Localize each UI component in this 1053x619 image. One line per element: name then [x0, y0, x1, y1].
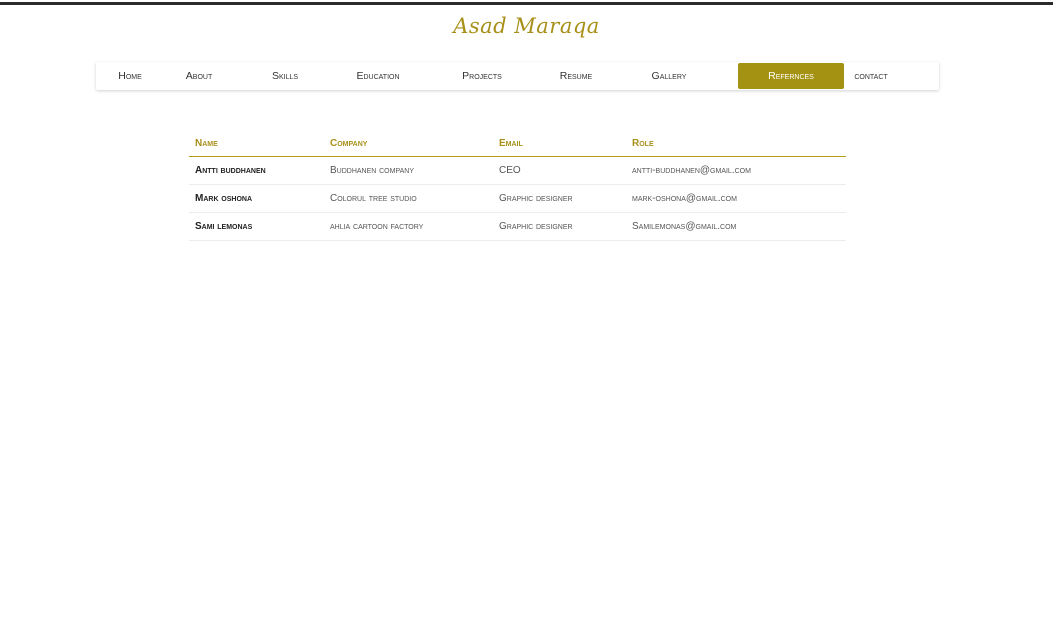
table-row: Mark oshona Colorul tree studio Graphic …	[189, 184, 846, 213]
cell-company: Colorul tree studio	[324, 184, 493, 213]
nav-item-home[interactable]: Home	[110, 63, 150, 89]
top-border	[0, 2, 1053, 5]
cell-name: Mark oshona	[189, 184, 324, 213]
cell-role-column: antti-buddhanen@gmail.com	[626, 156, 846, 185]
table-row: Antti buddhanen Buddhanen company CEO an…	[189, 156, 846, 185]
cell-company: Buddhanen company	[324, 156, 493, 185]
nav-item-contact[interactable]: contact	[846, 63, 896, 89]
cell-name: Sami lemonas	[189, 212, 324, 241]
cell-email-column: CEO	[493, 156, 626, 185]
nav-item-about[interactable]: About	[176, 63, 222, 89]
table-row: Sami lemonas ahlia cartoon factory Graph…	[189, 212, 846, 241]
nav-item-references[interactable]: Refernces	[738, 63, 844, 89]
site-logo-title[interactable]: Asad Maraqa	[0, 14, 1053, 38]
cell-company: ahlia cartoon factory	[324, 212, 493, 241]
nav-item-gallery[interactable]: Gallery	[644, 63, 694, 89]
cell-email-column: Graphic designer	[493, 184, 626, 213]
nav-item-skills[interactable]: Skills	[262, 63, 308, 89]
column-header-email: Email	[493, 131, 626, 157]
cell-email-column: Graphic designer	[493, 212, 626, 241]
column-header-name: Name	[189, 131, 324, 157]
cell-name: Antti buddhanen	[189, 156, 324, 185]
references-table: Name Company Email Role Antti buddhanen …	[189, 131, 846, 241]
cell-role-column: Samilemonas@gmail.com	[626, 212, 846, 241]
nav-item-projects[interactable]: Projects	[454, 63, 510, 89]
cell-role-column: mark-oshona@gmail.com	[626, 184, 846, 213]
table-header-row: Name Company Email Role	[189, 131, 846, 157]
nav-item-resume[interactable]: Resume	[551, 63, 601, 89]
column-header-role: Role	[626, 131, 846, 157]
main-nav: Home About Skills Education Projects Res…	[96, 62, 939, 90]
nav-item-education[interactable]: Education	[346, 63, 410, 89]
column-header-company: Company	[324, 131, 493, 157]
